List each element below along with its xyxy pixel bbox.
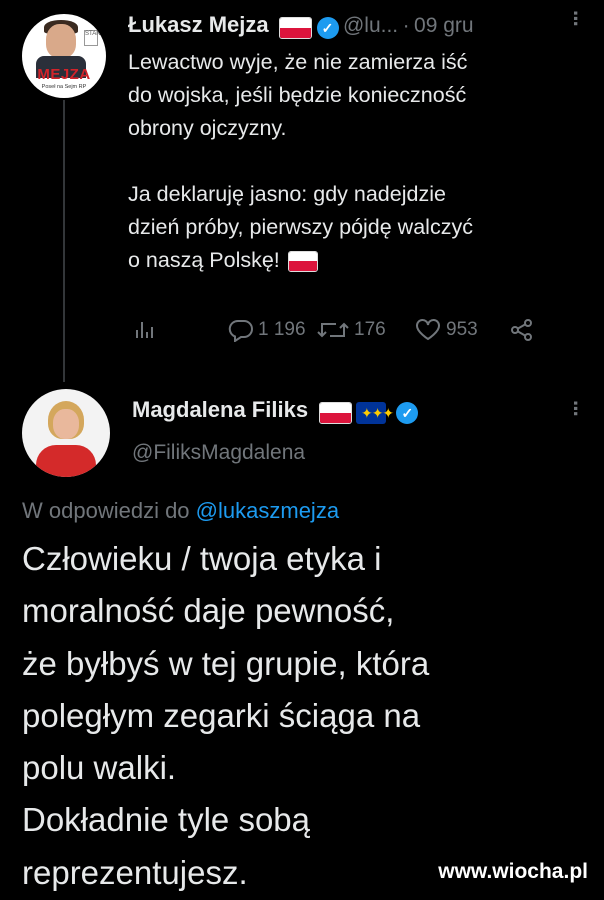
flag-poland-icon <box>279 16 313 39</box>
flag-eu-icon: ✦✦✦ <box>355 401 394 424</box>
tweet2-header: Magdalena Filiks ✦✦✦ ✓ <box>132 397 419 424</box>
heart-icon <box>416 319 440 341</box>
tweet2-text: Człowieku / twoja etyka i moralność daje… <box>22 540 430 891</box>
reply-prefix: W odpowiedzi do <box>22 498 190 523</box>
avatar-face <box>46 24 76 58</box>
flag-poland-icon <box>318 401 352 424</box>
author-handle[interactable]: @lu... <box>343 14 398 37</box>
reply-count: 1 196 <box>258 319 306 340</box>
reply-context: W odpowiedzi do @lukaszmejza <box>22 498 339 524</box>
avatar-magdalena-filiks[interactable] <box>22 389 110 477</box>
more-options-icon[interactable]: ··· <box>562 10 588 26</box>
avatar-lukasz-mejza[interactable]: STAN MEJZA Poseł na Sejm RP <box>22 14 106 98</box>
emblem-icon: STAN <box>84 30 101 46</box>
separator-dot: · <box>402 14 410 37</box>
reply-icon <box>228 319 253 342</box>
share-icon[interactable] <box>510 318 534 342</box>
author-handle[interactable]: @FiliksMagdalena <box>132 441 305 465</box>
more-options-icon[interactable]: ··· <box>562 400 588 416</box>
retweet-count: 176 <box>354 319 386 340</box>
watermark: www.wiocha.pl <box>438 860 588 883</box>
author-name[interactable]: Łukasz Mejza <box>128 12 269 37</box>
thread-line <box>63 100 65 382</box>
retweet-icon <box>317 322 349 338</box>
avatar-dress <box>36 445 96 477</box>
tweet1-text: Lewactwo wyje, że nie zamierza iść do wo… <box>128 50 473 272</box>
like-count: 953 <box>446 319 478 340</box>
tweet-date[interactable]: 09 gru <box>414 14 474 37</box>
reply-button[interactable]: 1 196 <box>228 318 306 342</box>
reply-mention-link[interactable]: @lukaszmejza <box>196 498 339 523</box>
avatar-subtext: Poseł na Sejm RP <box>41 84 87 90</box>
like-button[interactable]: 953 <box>414 318 478 342</box>
verified-badge-icon: ✓ <box>316 16 339 39</box>
avatar-face <box>53 409 79 439</box>
analytics-icon[interactable] <box>134 318 154 342</box>
retweet-button[interactable]: 176 <box>316 318 386 342</box>
verified-badge-icon: ✓ <box>396 401 419 424</box>
avatar-brand-text: MEJZA <box>37 66 91 83</box>
tweet1-header: Łukasz Mejza ✓ @lu... · 09 gru <box>128 12 474 39</box>
flag-poland-icon <box>287 250 318 272</box>
author-name[interactable]: Magdalena Filiks <box>132 397 308 422</box>
